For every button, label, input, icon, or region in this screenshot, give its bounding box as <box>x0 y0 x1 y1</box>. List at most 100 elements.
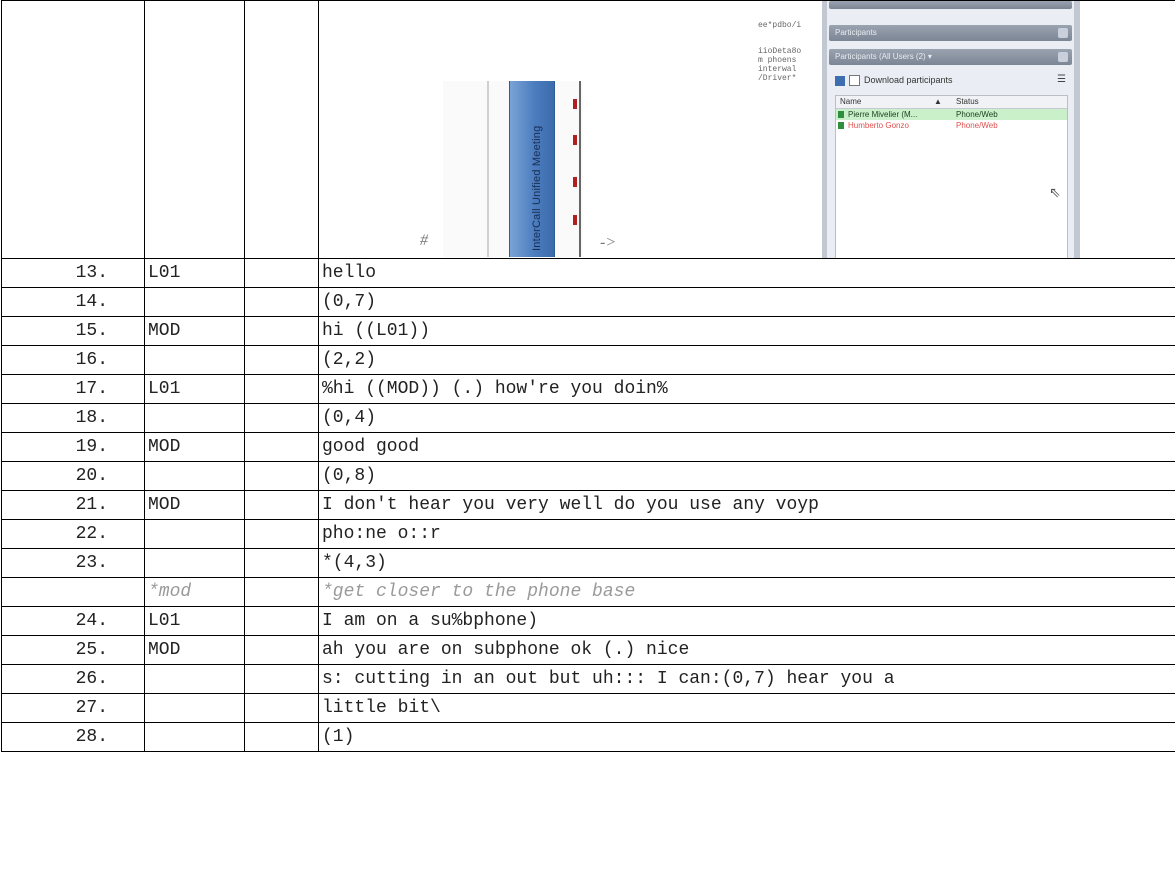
meeting-sidebar-screenshot: InterCall Unified Meeting <box>443 81 583 257</box>
transcript-row: 16. (2,2) <box>1 345 1175 375</box>
participants-filter-bar[interactable]: Participants (All Users (2) ▾ <box>829 49 1072 65</box>
line-number: 24. <box>1 606 145 636</box>
phone-icon <box>838 111 844 118</box>
line-number: 13. <box>1 258 145 288</box>
utterance: *(4,3) <box>318 548 1175 578</box>
transcript-row: 14. (0,7) <box>1 287 1175 317</box>
gap-cell <box>244 316 319 346</box>
utterance: *get closer to the phone base <box>318 577 1175 607</box>
participant-row[interactable]: Pierre Mivelier (M... Phone/Web <box>836 109 1067 120</box>
transcript-row: 27. little bit\ <box>1 693 1175 723</box>
participants-filter-label: Participants (All Users (2) ▾ <box>835 52 932 61</box>
mouse-cursor-icon: ⇖ <box>1049 185 1061 201</box>
participant-status: Phone/Web <box>956 121 998 130</box>
transcript-row: 17. L01 %hi ((MOD)) (.) how're you doin% <box>1 374 1175 404</box>
column-header-name[interactable]: Name <box>840 96 861 108</box>
line-number <box>1 577 145 607</box>
transcript-row: 19. MOD good good <box>1 432 1175 462</box>
utterance: (1) <box>318 722 1175 752</box>
gap-cell <box>244 287 319 317</box>
gap-cell <box>244 693 319 723</box>
speaker <box>144 403 245 433</box>
collapse-icon[interactable] <box>1058 52 1068 62</box>
participant-name: Humberto Gonzo <box>848 121 909 130</box>
gap-cell <box>244 0 319 259</box>
utterance: s: cutting in an out but uh::: I can:(0,… <box>318 664 1175 694</box>
speaker <box>144 693 245 723</box>
speaker: MOD <box>144 316 245 346</box>
participants-toolbar: Download participants ☰ <box>835 71 1066 89</box>
gap-cell <box>244 403 319 433</box>
utterance: good good <box>318 432 1175 462</box>
column-header-status[interactable]: Status <box>956 96 979 108</box>
speaker <box>144 287 245 317</box>
speaker: MOD <box>144 635 245 665</box>
transcript-row: 23. *(4,3) <box>1 548 1175 578</box>
utterance: ah you are on subphone ok (.) nice <box>318 635 1175 665</box>
panel-section-label: Participants <box>835 28 877 37</box>
speaker <box>144 461 245 491</box>
gap-cell <box>244 345 319 375</box>
line-number: 26. <box>1 664 145 694</box>
gap-cell <box>244 606 319 636</box>
line-number: 18. <box>1 403 145 433</box>
line-number: 23. <box>1 548 145 578</box>
gap-cell <box>244 490 319 520</box>
menu-icon[interactable]: ☰ <box>1057 71 1066 89</box>
divider <box>579 81 581 257</box>
transcript-row: 20. (0,8) <box>1 461 1175 491</box>
download-label: Download participants <box>864 75 953 85</box>
arrow-mark: -> <box>600 234 617 251</box>
hash-mark: # <box>420 232 428 249</box>
gap-cell <box>244 519 319 549</box>
speaker: MOD <box>144 432 245 462</box>
utterance: (2,2) <box>318 345 1175 375</box>
speaker <box>144 548 245 578</box>
speaker <box>144 664 245 694</box>
gap-cell <box>244 461 319 491</box>
participants-panel-screenshot: ee*pdbo/i iioDeta8o m phoens interwal /D… <box>758 1 1093 258</box>
transcript-row: 25. MOD ah you are on subphone ok (.) nice <box>1 635 1175 665</box>
collapse-icon[interactable] <box>1058 28 1068 38</box>
speaker: L01 <box>144 258 245 288</box>
speaker <box>144 722 245 752</box>
line-number: 19. <box>1 432 145 462</box>
speaker: L01 <box>144 606 245 636</box>
utterance: (0,8) <box>318 461 1175 491</box>
grid-header: Name ▲ Status <box>836 96 1067 109</box>
gap-cell <box>244 548 319 578</box>
gap-cell <box>244 258 319 288</box>
line-number: 16. <box>1 345 145 375</box>
participant-row[interactable]: Humberto Gonzo Phone/Web <box>836 120 1067 131</box>
speaker: *mod <box>144 577 245 607</box>
line-number: 20. <box>1 461 145 491</box>
speaker <box>144 519 245 549</box>
gap-cell <box>244 374 319 404</box>
transcript-row: *mod *get closer to the phone base <box>1 577 1175 607</box>
red-marks <box>573 91 577 241</box>
gap-cell <box>244 577 319 607</box>
line-number: 14. <box>1 287 145 317</box>
participants-icon <box>835 75 845 86</box>
line-number: 21. <box>1 490 145 520</box>
speaker-cell <box>144 0 245 259</box>
transcript-row: 21. MOD I don't hear you very well do you … <box>1 490 1175 520</box>
utterance: (0,4) <box>318 403 1175 433</box>
transcript-row: 26. s: cutting in an out but uh::: I can:… <box>1 664 1175 694</box>
utterance: %hi ((MOD)) (.) how're you doin% <box>318 374 1175 404</box>
transcript-row: 15. MOD hi ((L01)) <box>1 316 1175 346</box>
transcript-row: 28. (1) <box>1 722 1175 752</box>
download-checkbox[interactable] <box>849 75 860 87</box>
speaker: L01 <box>144 374 245 404</box>
utterance: hello <box>318 258 1175 288</box>
utterance: hi ((L01)) <box>318 316 1175 346</box>
code-snippet: iioDeta8o m phoens interwal /Driver* <box>758 47 802 83</box>
screenshot-cell: # InterCall Unified Meeting -> ee*pdbo/i… <box>318 0 1175 259</box>
transcript-page: # InterCall Unified Meeting -> ee*pdbo/i… <box>0 0 1175 890</box>
divider <box>487 81 489 257</box>
screenshot-row: # InterCall Unified Meeting -> ee*pdbo/i… <box>1 0 1175 259</box>
line-number-cell <box>1 0 145 259</box>
utterance: I am on a su%bphone) <box>318 606 1175 636</box>
transcript-table: # InterCall Unified Meeting -> ee*pdbo/i… <box>1 0 1175 752</box>
panel-header-bar <box>829 1 1072 9</box>
